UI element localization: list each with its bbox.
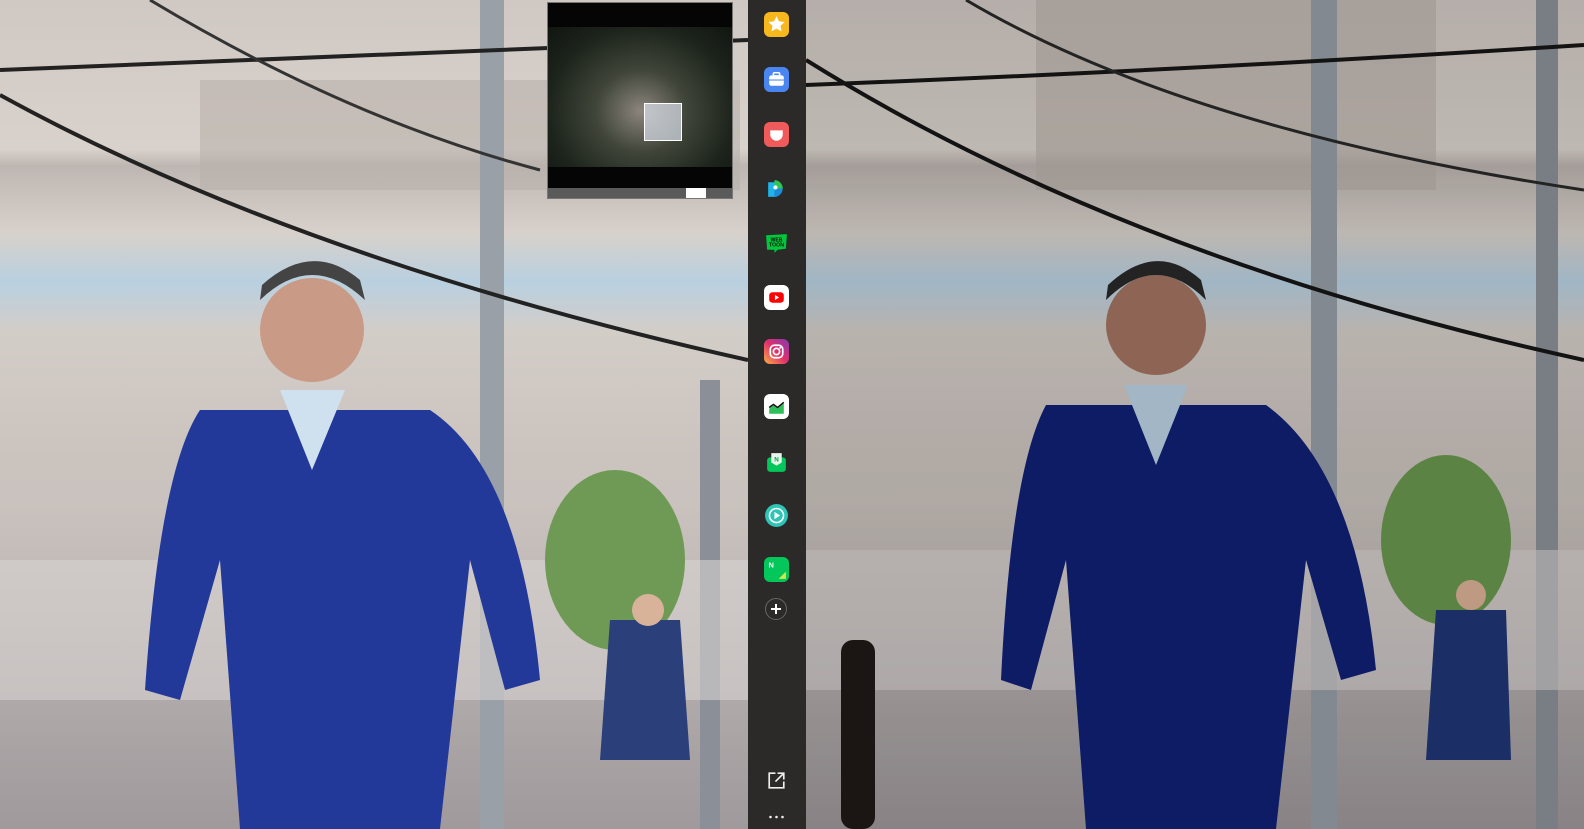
- stock-chart-icon[interactable]: [764, 394, 789, 419]
- photo-workman-right: [806, 0, 1584, 829]
- instagram-icon[interactable]: [764, 339, 789, 364]
- external-link-icon[interactable]: [764, 768, 789, 793]
- right-photo-pane[interactable]: [806, 0, 1584, 829]
- svg-text:TOON: TOON: [769, 243, 784, 249]
- bookmark-star-icon[interactable]: [764, 12, 789, 37]
- navigator-minimap[interactable]: [547, 2, 733, 199]
- webtoon-icon[interactable]: WEB TOON: [764, 230, 789, 255]
- briefcase-icon[interactable]: [764, 67, 789, 92]
- app-sidebar: WEB TOON N N: [748, 0, 806, 829]
- minimap-thumbnail: [548, 27, 732, 167]
- pocket-icon[interactable]: [764, 122, 789, 147]
- naver-memo-icon[interactable]: N: [764, 557, 789, 582]
- left-photo-pane[interactable]: [0, 0, 748, 829]
- papago-translator-icon[interactable]: [764, 176, 789, 201]
- youtube-icon[interactable]: [764, 285, 789, 310]
- media-play-icon[interactable]: [764, 503, 789, 528]
- svg-text:N: N: [774, 457, 779, 464]
- plus-circle-icon[interactable]: [765, 598, 787, 620]
- minimap-scroll-thumb[interactable]: [686, 188, 706, 198]
- svg-text:N: N: [769, 560, 774, 569]
- more-dots-icon[interactable]: [764, 808, 789, 822]
- minimap-viewport-rect[interactable]: [644, 103, 682, 141]
- naver-mail-icon[interactable]: N: [764, 449, 789, 474]
